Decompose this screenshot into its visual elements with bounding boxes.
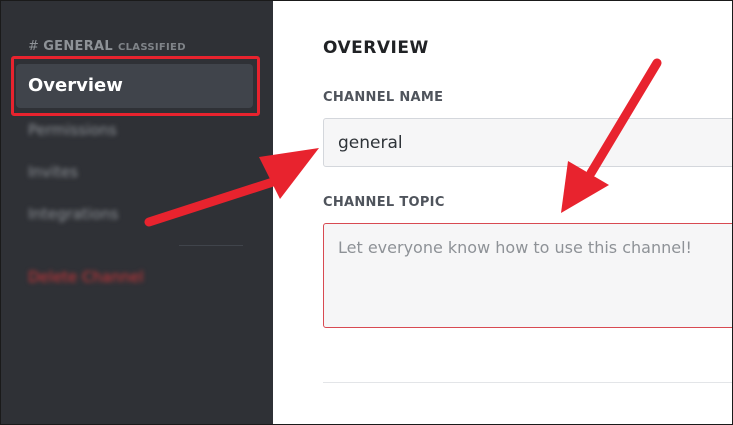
sidebar-item-integrations[interactable]: Integrations (16, 199, 253, 229)
sidebar-item-invites[interactable]: Invites (16, 157, 253, 187)
channel-name: GENERAL (43, 39, 113, 54)
delete-channel-button[interactable]: Delete Channel (16, 262, 253, 292)
hash-icon: # (28, 39, 40, 54)
channel-category: CLASSIFIED (117, 42, 186, 53)
channel-topic-label: CHANNEL TOPIC (323, 195, 445, 210)
channel-topic-input[interactable] (323, 223, 732, 328)
page-title: OVERVIEW (323, 38, 429, 58)
sidebar-item-label: Invites (28, 163, 78, 181)
section-divider (323, 382, 732, 383)
sidebar-item-permissions[interactable]: Permissions (16, 115, 253, 145)
sidebar-divider (179, 245, 243, 246)
channel-name-label: CHANNEL NAME (323, 90, 444, 105)
sidebar-channel-header: # GENERAL CLASSIFIED (28, 39, 186, 54)
overview-highlight-box (11, 56, 260, 116)
screenshot-frame: # GENERAL CLASSIFIED Overview Permissions … (0, 0, 733, 425)
delete-channel-label: Delete Channel (28, 268, 144, 286)
sidebar-item-label: Integrations (28, 205, 119, 223)
settings-sidebar: # GENERAL CLASSIFIED Overview Permissions … (1, 1, 273, 424)
channel-name-input[interactable] (323, 118, 732, 167)
overview-panel: OVERVIEW CHANNEL NAME CHANNEL TOPIC (273, 1, 732, 424)
sidebar-item-label: Permissions (28, 121, 117, 139)
